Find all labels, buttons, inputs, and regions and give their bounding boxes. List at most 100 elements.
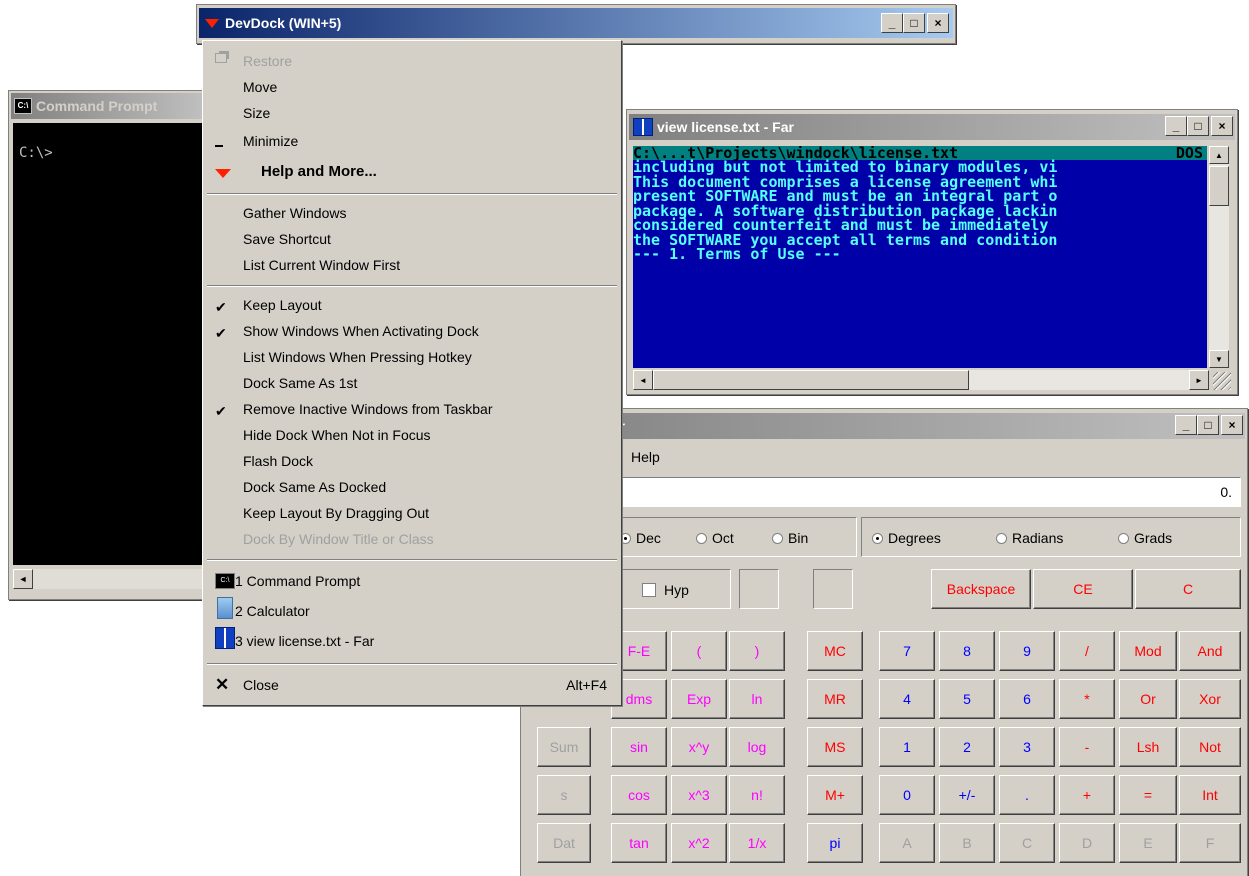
menu-flash-dock[interactable]: Flash Dock <box>243 453 313 469</box>
stat-sum-button[interactable]: Sum <box>537 727 591 767</box>
digit-button[interactable]: 3 <box>999 727 1055 767</box>
hex-button[interactable]: A <box>879 823 935 863</box>
ce-button[interactable]: CE <box>1033 569 1133 609</box>
sci-button[interactable]: ) <box>729 631 785 671</box>
sci-button[interactable]: ( <box>671 631 727 671</box>
hyp-checkbox[interactable]: Hyp <box>642 582 689 598</box>
memory-button[interactable]: MS <box>807 727 863 767</box>
command-prompt-window[interactable]: C:\ Command Prompt C:\> ◄ <box>8 90 208 600</box>
hex-button[interactable]: B <box>939 823 995 863</box>
calculator-window[interactable]: or _ □ × Help 0. Dec Oct Bin Degrees Rad… <box>520 408 1248 876</box>
backspace-button[interactable]: Backspace <box>931 569 1031 609</box>
digit-button[interactable]: 1 <box>879 727 935 767</box>
menu-gather-windows[interactable]: Gather Windows <box>243 205 346 221</box>
sci-button[interactable]: Exp <box>671 679 727 719</box>
radio-radians[interactable]: Radians <box>996 530 1063 546</box>
menu-window-calculator[interactable]: 2 Calculator <box>235 603 310 619</box>
menu-minimize[interactable]: Minimize <box>243 133 298 149</box>
sci-button[interactable]: tan <box>611 823 667 863</box>
logic-button[interactable]: Lsh <box>1119 727 1177 767</box>
devdock-maximize-button[interactable]: □ <box>903 13 925 33</box>
hex-button[interactable]: E <box>1119 823 1177 863</box>
hex-button[interactable]: F <box>1179 823 1241 863</box>
divide-button[interactable]: / <box>1059 631 1115 671</box>
far-close-button[interactable]: × <box>1211 116 1233 136</box>
memory-button[interactable]: MR <box>807 679 863 719</box>
menu-list-current-first[interactable]: List Current Window First <box>243 257 400 273</box>
radio-grads[interactable]: Grads <box>1118 530 1172 546</box>
devdock-titlebar[interactable]: DevDock (WIN+5) <box>199 8 953 38</box>
far-minimize-button[interactable]: _ <box>1165 116 1187 136</box>
equals-button[interactable]: = <box>1119 775 1177 815</box>
menu-help-and-more[interactable]: Help and More... <box>261 163 377 180</box>
calc-menu-help[interactable]: Help <box>631 449 660 465</box>
c-button[interactable]: C <box>1135 569 1241 609</box>
digit-button[interactable]: 8 <box>939 631 995 671</box>
digit-button[interactable]: 9 <box>999 631 1055 671</box>
menu-remove-inactive[interactable]: Remove Inactive Windows from Taskbar <box>243 401 493 417</box>
devdock-window[interactable]: DevDock (WIN+5) _ □ × <box>196 4 956 44</box>
menu-window-far[interactable]: 3 view license.txt - Far <box>235 633 374 649</box>
multiply-button[interactable]: * <box>1059 679 1115 719</box>
menu-close[interactable]: Close <box>243 677 279 693</box>
stat-dat-button[interactable]: Dat <box>537 823 591 863</box>
scroll-down-button[interactable]: ▼ <box>1209 350 1229 368</box>
far-horizontal-scrollbar[interactable]: ◄ ► <box>633 370 1209 390</box>
far-maximize-button[interactable]: □ <box>1187 116 1209 136</box>
menu-dock-same-as-docked[interactable]: Dock Same As Docked <box>243 479 386 495</box>
far-view-area[interactable]: C:\...t\Projects\windock\license.txt DOS… <box>633 146 1207 368</box>
decimal-button[interactable]: . <box>999 775 1055 815</box>
digit-button[interactable]: 5 <box>939 679 995 719</box>
logic-button[interactable]: And <box>1179 631 1241 671</box>
digit-button[interactable]: 0 <box>879 775 935 815</box>
subtract-button[interactable]: - <box>1059 727 1115 767</box>
pi-button[interactable]: pi <box>807 823 863 863</box>
far-titlebar[interactable]: view license.txt - Far <box>629 114 1235 140</box>
hex-button[interactable]: D <box>1059 823 1115 863</box>
scroll-up-button[interactable]: ▲ <box>1209 146 1229 164</box>
calc-close-button[interactable]: × <box>1221 415 1243 435</box>
calc-maximize-button[interactable]: □ <box>1197 415 1219 435</box>
menu-dock-same-as-1st[interactable]: Dock Same As 1st <box>243 375 357 391</box>
sci-button[interactable]: x^2 <box>671 823 727 863</box>
radio-bin[interactable]: Bin <box>772 530 808 546</box>
digit-button[interactable]: 6 <box>999 679 1055 719</box>
devdock-minimize-button[interactable]: _ <box>881 13 903 33</box>
sci-button[interactable]: sin <box>611 727 667 767</box>
sci-button[interactable]: n! <box>729 775 785 815</box>
menu-hide-dock[interactable]: Hide Dock When Not in Focus <box>243 427 431 443</box>
radio-dec[interactable]: Dec <box>620 530 661 546</box>
logic-button[interactable]: Int <box>1179 775 1241 815</box>
sci-button[interactable]: cos <box>611 775 667 815</box>
radio-oct[interactable]: Oct <box>696 530 734 546</box>
devdock-close-button[interactable]: × <box>927 13 949 33</box>
sci-button[interactable]: x^3 <box>671 775 727 815</box>
menu-show-windows-activating[interactable]: Show Windows When Activating Dock <box>243 323 479 339</box>
menu-size[interactable]: Size <box>243 105 270 121</box>
menu-dock-by-title[interactable]: Dock By Window Title or Class <box>243 531 434 547</box>
hex-button[interactable]: C <box>999 823 1055 863</box>
logic-button[interactable]: Not <box>1179 727 1241 767</box>
menu-restore[interactable]: Restore <box>243 53 292 69</box>
calc-minimize-button[interactable]: _ <box>1175 415 1197 435</box>
menu-save-shortcut[interactable]: Save Shortcut <box>243 231 331 247</box>
sci-button[interactable]: log <box>729 727 785 767</box>
command-prompt-titlebar[interactable]: C:\ Command Prompt <box>11 93 205 119</box>
scroll-right-button[interactable]: ► <box>1189 370 1209 390</box>
sci-button[interactable]: ln <box>729 679 785 719</box>
digit-button[interactable]: 7 <box>879 631 935 671</box>
scroll-thumb[interactable] <box>1209 166 1229 206</box>
stat-s-button[interactable]: s <box>537 775 591 815</box>
sign-button[interactable]: +/- <box>939 775 995 815</box>
console-area[interactable]: C:\> <box>13 123 205 565</box>
memory-button[interactable]: M+ <box>807 775 863 815</box>
far-vertical-scrollbar[interactable]: ▲ ▼ <box>1209 146 1229 368</box>
logic-button[interactable]: Or <box>1119 679 1177 719</box>
calculator-titlebar[interactable]: or <box>523 413 1245 439</box>
sci-button[interactable]: x^y <box>671 727 727 767</box>
cmd-horizontal-scrollbar[interactable]: ◄ <box>13 569 205 589</box>
menu-keep-layout-dragging[interactable]: Keep Layout By Dragging Out <box>243 505 429 521</box>
digit-button[interactable]: 4 <box>879 679 935 719</box>
logic-button[interactable]: Xor <box>1179 679 1241 719</box>
menu-move[interactable]: Move <box>243 79 277 95</box>
